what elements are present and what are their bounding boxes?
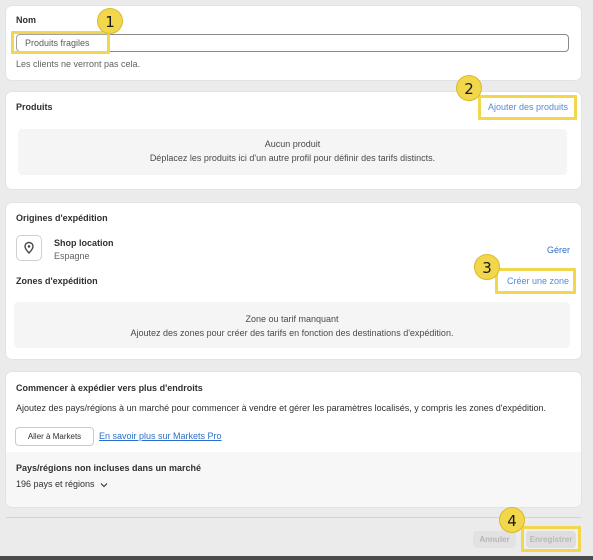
products-title: Produits	[16, 102, 53, 112]
annotation-badge-1: 1	[97, 8, 123, 34]
markets-title: Commencer à expédier vers plus d'endroit…	[16, 383, 203, 393]
zones-title: Zones d'expédition	[16, 276, 98, 286]
zones-empty-state: Zone ou tarif manquant Ajoutez des zones…	[14, 302, 570, 348]
annotation-badge-3: 3	[474, 254, 500, 280]
name-help-text: Les clients ne verront pas cela.	[16, 59, 141, 69]
products-empty-desc: Déplacez les produits ici d'un autre pro…	[149, 153, 436, 163]
origins-title: Origines d'expédition	[16, 213, 108, 223]
products-empty-state: Aucun produit Déplacez les produits ici …	[18, 129, 567, 175]
cancel-button[interactable]: Annuler	[473, 531, 516, 548]
go-to-markets-button[interactable]: Aller à Markets	[15, 427, 94, 446]
highlight-add-products	[478, 95, 577, 120]
zones-empty-desc: Ajoutez des zones pour créer des tarifs …	[130, 328, 454, 338]
name-label: Nom	[16, 15, 36, 25]
annotation-badge-2: 2	[456, 75, 482, 101]
excluded-regions-count: 196 pays et régions	[16, 479, 95, 489]
excluded-regions-title: Pays/régions non incluses dans un marché	[16, 463, 202, 473]
chevron-down-icon	[100, 480, 108, 490]
learn-markets-pro-link[interactable]: En savoir plus sur Markets Pro	[99, 431, 222, 441]
location-pin-icon	[16, 235, 42, 261]
highlight-name-input	[11, 31, 110, 54]
location-country: Espagne	[54, 251, 90, 261]
markets-card: Commencer à expédier vers plus d'endroit…	[6, 372, 581, 507]
manage-location-link[interactable]: Gérer	[547, 245, 570, 255]
annotation-badge-4: 4	[499, 507, 525, 533]
highlight-save-button	[521, 526, 581, 552]
bottom-bar	[0, 556, 593, 560]
excluded-regions-toggle[interactable]: 196 pays et régions	[16, 479, 108, 490]
zones-empty-title: Zone ou tarif manquant	[245, 314, 339, 324]
footer-divider	[6, 517, 581, 518]
excluded-regions-panel: Pays/régions non incluses dans un marché…	[6, 452, 581, 507]
location-name: Shop location	[54, 238, 114, 248]
highlight-create-zone	[495, 268, 576, 294]
products-empty-title: Aucun produit	[264, 139, 321, 149]
markets-desc: Ajoutez des pays/régions à un marché pou…	[16, 403, 546, 413]
